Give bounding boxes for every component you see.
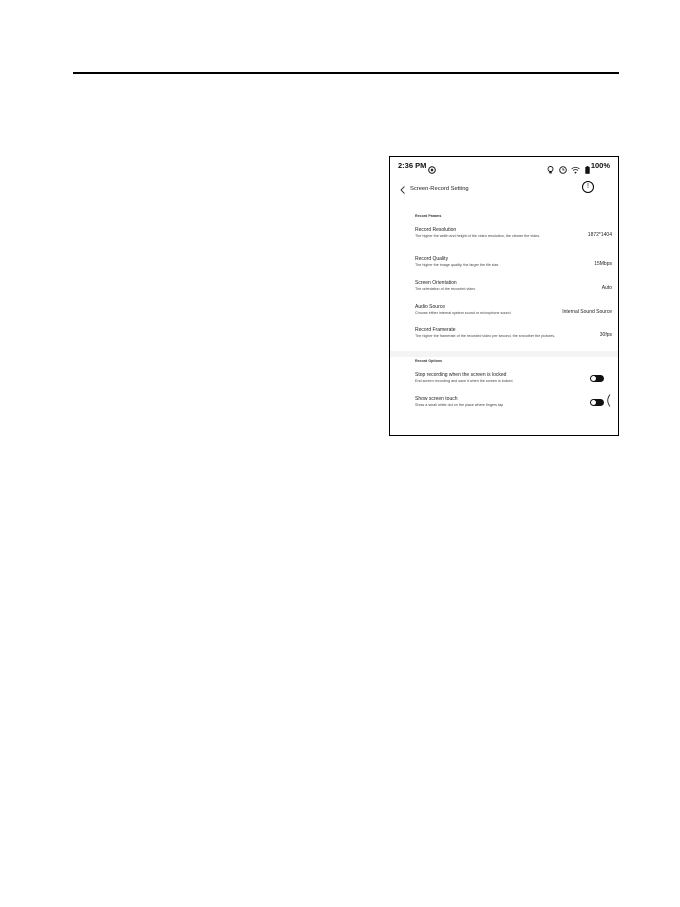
back-button[interactable] <box>398 183 408 195</box>
edge-bracket-icon <box>607 394 611 407</box>
toggle-knob <box>591 376 596 381</box>
section-label-record-params: Record Params <box>415 214 442 218</box>
status-bar: 2:36 PM 100% <box>390 157 618 175</box>
setting-title: Record Quality <box>415 256 449 262</box>
setting-value: 30fps <box>599 332 612 338</box>
section-label-record-options: Record Options <box>415 359 442 363</box>
chevron-left-icon <box>400 186 405 194</box>
setting-title: Audio Source <box>415 304 446 310</box>
section-divider <box>390 351 618 357</box>
setting-title: Record Resolution <box>415 227 457 233</box>
setting-row-show-screen-touch[interactable]: Show screen touch Show a small white dot… <box>415 394 612 412</box>
setting-row-screen-orientation[interactable]: Screen Orientation The orientation of th… <box>415 280 612 296</box>
setting-value: 1872*1404 <box>587 232 612 238</box>
sync-icon <box>428 161 436 179</box>
header: Screen-Record Setting ! <box>390 179 618 199</box>
battery-percent: 100% <box>590 161 610 170</box>
setting-value: 15Mbps <box>594 261 612 267</box>
setting-value: Auto <box>601 285 612 291</box>
toggle-switch[interactable] <box>590 399 604 406</box>
battery-icon <box>585 161 590 179</box>
lightbulb-icon <box>547 161 554 179</box>
wifi-icon <box>571 161 580 179</box>
setting-description: The higher the image quality, the larger… <box>415 263 500 267</box>
setting-row-stop-on-lock[interactable]: Stop recording when the screen is locked… <box>415 372 612 388</box>
setting-description: The higher the framerate of the recorded… <box>415 334 556 338</box>
setting-row-record-resolution[interactable]: Record Resolution The higher the width a… <box>415 227 612 249</box>
setting-description: Show a small white dot on the place wher… <box>415 403 504 407</box>
clock-icon <box>559 161 567 179</box>
setting-description: End screen recording and save it when th… <box>415 379 514 383</box>
info-icon: ! <box>587 183 589 190</box>
page-top-rule <box>73 72 619 74</box>
status-time: 2:36 PM <box>398 161 427 170</box>
setting-row-record-quality[interactable]: Record Quality The higher the image qual… <box>415 256 612 272</box>
setting-description: The higher the width and height of the v… <box>415 234 541 238</box>
device-screenshot: 2:36 PM 100% Screen-Record Setting ! Rec… <box>389 156 619 436</box>
setting-title: Screen Orientation <box>415 280 457 286</box>
setting-title: Stop recording when the screen is locked <box>415 372 507 378</box>
setting-description: Choose either internal system sound or m… <box>415 311 511 315</box>
setting-row-record-framerate[interactable]: Record Framerate The higher the framerat… <box>415 327 612 349</box>
setting-title: Show screen touch <box>415 396 458 402</box>
setting-value: Internal Sound Source <box>562 309 612 315</box>
info-button[interactable]: ! <box>582 181 594 193</box>
setting-description: The orientation of the recorded video <box>415 287 476 291</box>
setting-title: Record Framerate <box>415 327 456 333</box>
toggle-knob <box>591 400 596 405</box>
page-title: Screen-Record Setting <box>410 186 469 192</box>
setting-row-audio-source[interactable]: Audio Source Choose either internal syst… <box>415 304 612 320</box>
toggle-switch[interactable] <box>590 375 604 382</box>
